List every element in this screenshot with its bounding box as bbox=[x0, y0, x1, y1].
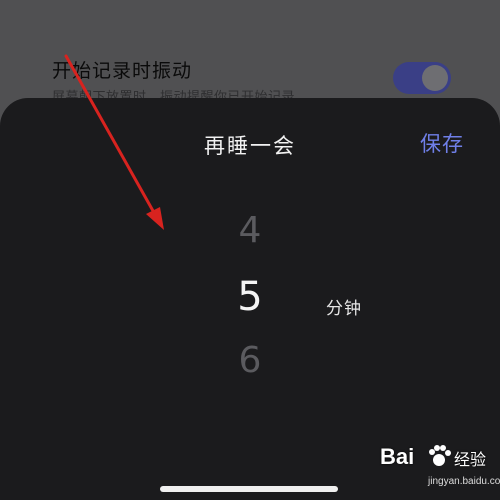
screen: 开始记录时振动 屏幕朝下放置时，振动提醒你已开始记录 再睡一会 保存 4 5 6… bbox=[0, 0, 500, 500]
home-indicator[interactable] bbox=[160, 486, 338, 492]
paw-icon bbox=[429, 445, 451, 466]
picker-option-next[interactable]: 6 bbox=[200, 340, 300, 381]
save-button[interactable]: 保存 bbox=[420, 128, 464, 158]
vibrate-toggle[interactable] bbox=[393, 62, 451, 94]
watermark-url: jingyan.baidu.com bbox=[428, 476, 500, 487]
picker-unit-label: 分钟 bbox=[326, 299, 362, 319]
vibrate-setting-title: 开始记录时振动 bbox=[52, 60, 193, 82]
picker-option-previous[interactable]: 4 bbox=[200, 210, 300, 251]
watermark-logo: Bai bbox=[380, 444, 415, 469]
minutes-picker[interactable]: 4 5 6 bbox=[200, 210, 300, 390]
picker-option-selected[interactable]: 5 bbox=[200, 274, 300, 320]
watermark-brand: 经验 bbox=[454, 450, 487, 469]
baidu-jingyan-watermark: Bai 经验 jingyan.baidu.com bbox=[380, 440, 500, 496]
toggle-knob bbox=[422, 65, 448, 91]
